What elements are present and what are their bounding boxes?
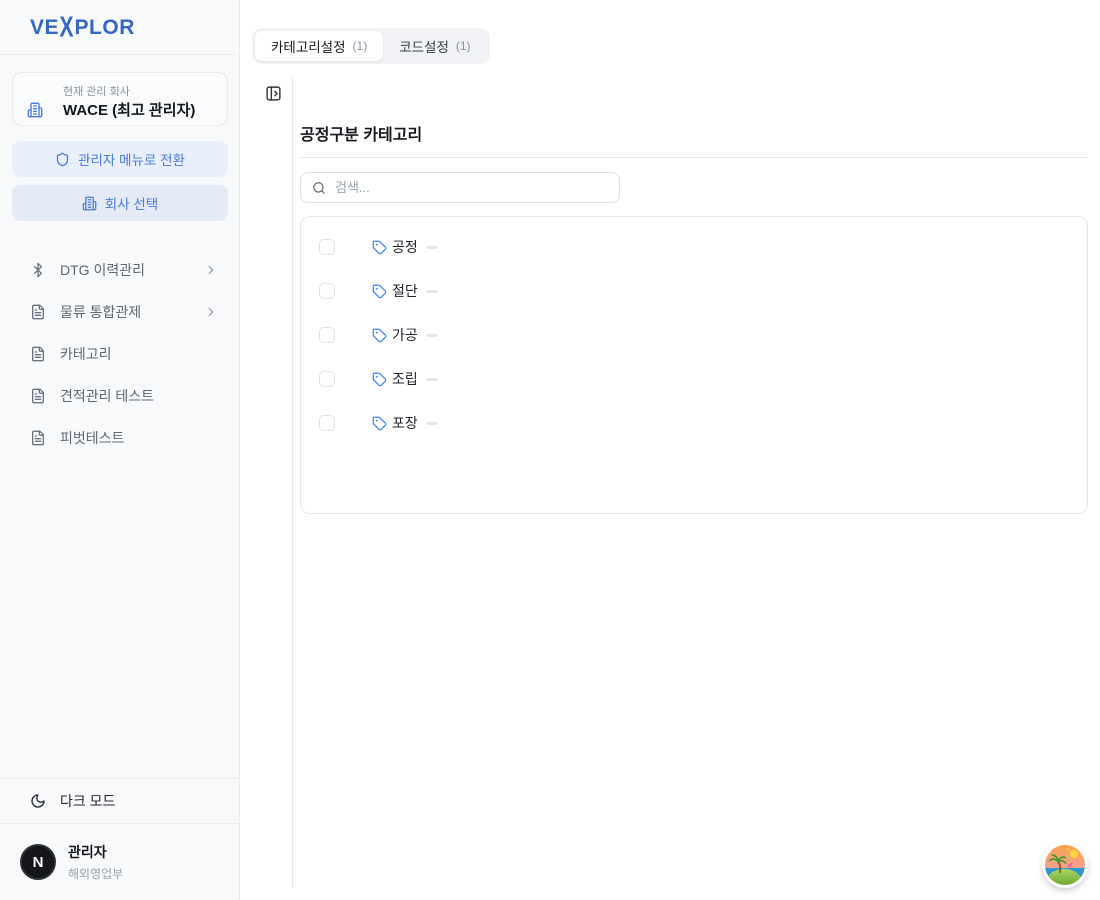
logo-x-glyph: X bbox=[60, 13, 75, 41]
chevron-right-icon bbox=[204, 305, 218, 319]
sidebar-item-quote-test[interactable]: 견적관리 테스트 bbox=[0, 375, 240, 417]
sidebar-item-category[interactable]: 카테고리 bbox=[0, 333, 240, 375]
company-select-button[interactable]: 회사 선택 bbox=[12, 185, 228, 221]
bluetooth-icon bbox=[30, 262, 46, 278]
category-label: 가공 bbox=[392, 325, 418, 345]
shield-icon bbox=[55, 152, 70, 167]
category-row[interactable]: 공정 bbox=[301, 225, 1087, 269]
moon-icon bbox=[30, 793, 46, 809]
panel-toggle-icon[interactable] bbox=[265, 85, 282, 102]
title-divider bbox=[300, 157, 1088, 158]
category-checkbox[interactable] bbox=[319, 283, 335, 299]
category-label: 조립 bbox=[392, 369, 418, 389]
category-row[interactable]: 포장 bbox=[301, 401, 1087, 445]
sidebar-menu: DTG 이력관리 물류 통합관제 카테고리 견적관리 테스트 bbox=[0, 249, 240, 459]
category-checkbox[interactable] bbox=[319, 371, 335, 387]
category-label: 공정 bbox=[392, 237, 418, 257]
app-root: { "colors": { "accent_blue": "#3b82f6", … bbox=[0, 0, 1100, 900]
tab-code-settings[interactable]: 코드설정 (1) bbox=[383, 31, 486, 61]
main-content: 카테고리설정 (1) 코드설정 (1) 공정구분 카테고리 공정 bbox=[241, 0, 1100, 900]
category-search bbox=[300, 172, 620, 203]
vertical-divider bbox=[292, 78, 293, 888]
document-icon bbox=[30, 430, 46, 446]
sidebar-item-label: 카테고리 bbox=[60, 344, 218, 364]
category-dash bbox=[426, 290, 438, 293]
tab-count: (1) bbox=[353, 39, 368, 53]
category-list-card: 공정 절단 가공 조립 bbox=[300, 216, 1088, 514]
tab-label: 코드설정 bbox=[399, 36, 449, 56]
category-dash bbox=[426, 422, 438, 425]
sidebar: VEXPLOR 현재 관리 회사 WACE (최고 관리자) 관리자 메뉴로 전… bbox=[0, 0, 240, 900]
current-company-card: 현재 관리 회사 WACE (최고 관리자) bbox=[12, 72, 228, 126]
chevron-right-icon bbox=[204, 263, 218, 277]
tropical-island-widget[interactable] bbox=[1044, 844, 1086, 886]
category-row[interactable]: 가공 bbox=[301, 313, 1087, 357]
user-name: 관리자 bbox=[68, 842, 123, 862]
vexplor-logo[interactable]: VEXPLOR bbox=[30, 17, 135, 38]
document-icon bbox=[30, 304, 46, 320]
sidebar-item-pivot-test[interactable]: 피벗테스트 bbox=[0, 417, 240, 459]
dark-mode-toggle[interactable]: 다크 모드 bbox=[0, 778, 240, 824]
tag-icon bbox=[372, 328, 387, 343]
sidebar-item-dtg-history[interactable]: DTG 이력관리 bbox=[0, 249, 240, 291]
page-title: 공정구분 카테고리 bbox=[300, 121, 422, 145]
user-profile[interactable]: N 관리자 해외영업부 bbox=[0, 824, 240, 900]
user-department: 해외영업부 bbox=[68, 865, 123, 882]
document-icon bbox=[30, 346, 46, 362]
logo-text-left: VE bbox=[30, 17, 59, 38]
category-dash bbox=[426, 378, 438, 381]
settings-tabbar: 카테고리설정 (1) 코드설정 (1) bbox=[252, 28, 490, 64]
admin-menu-switch-label: 관리자 메뉴로 전환 bbox=[78, 149, 185, 169]
tab-category-settings[interactable]: 카테고리설정 (1) bbox=[255, 31, 383, 61]
dark-mode-label: 다크 모드 bbox=[60, 791, 115, 811]
category-dash bbox=[426, 334, 438, 337]
search-input[interactable] bbox=[335, 180, 608, 195]
document-icon bbox=[30, 388, 46, 404]
sidebar-item-label: DTG 이력관리 bbox=[60, 260, 190, 280]
tag-icon bbox=[372, 416, 387, 431]
sidebar-item-label: 견적관리 테스트 bbox=[60, 386, 218, 406]
building-icon bbox=[82, 196, 97, 211]
tab-label: 카테고리설정 bbox=[271, 36, 346, 56]
current-company-name: WACE (최고 관리자) bbox=[63, 99, 195, 120]
avatar: N bbox=[20, 844, 56, 880]
sidebar-item-logistics-control[interactable]: 물류 통합관제 bbox=[0, 291, 240, 333]
user-info: 관리자 해외영업부 bbox=[68, 842, 123, 882]
logo-text-right: PLOR bbox=[75, 17, 135, 38]
category-checkbox[interactable] bbox=[319, 327, 335, 343]
category-row[interactable]: 조립 bbox=[301, 357, 1087, 401]
sidebar-item-label: 물류 통합관제 bbox=[60, 302, 190, 322]
category-checkbox[interactable] bbox=[319, 239, 335, 255]
category-label: 포장 bbox=[392, 413, 418, 433]
building-icon bbox=[27, 102, 43, 118]
admin-menu-switch-button[interactable]: 관리자 메뉴로 전환 bbox=[12, 141, 228, 177]
avatar-initial: N bbox=[33, 854, 44, 871]
current-company-label: 현재 관리 회사 bbox=[63, 83, 130, 99]
search-icon bbox=[312, 181, 326, 195]
sidebar-item-label: 피벗테스트 bbox=[60, 428, 218, 448]
category-checkbox[interactable] bbox=[319, 415, 335, 431]
tag-icon bbox=[372, 372, 387, 387]
tab-count: (1) bbox=[456, 39, 471, 53]
category-row[interactable]: 절단 bbox=[301, 269, 1087, 313]
category-label: 절단 bbox=[392, 281, 418, 301]
logo-row: VEXPLOR bbox=[0, 0, 239, 55]
tag-icon bbox=[372, 240, 387, 255]
company-select-label: 회사 선택 bbox=[105, 193, 158, 213]
category-dash bbox=[426, 246, 438, 249]
tag-icon bbox=[372, 284, 387, 299]
